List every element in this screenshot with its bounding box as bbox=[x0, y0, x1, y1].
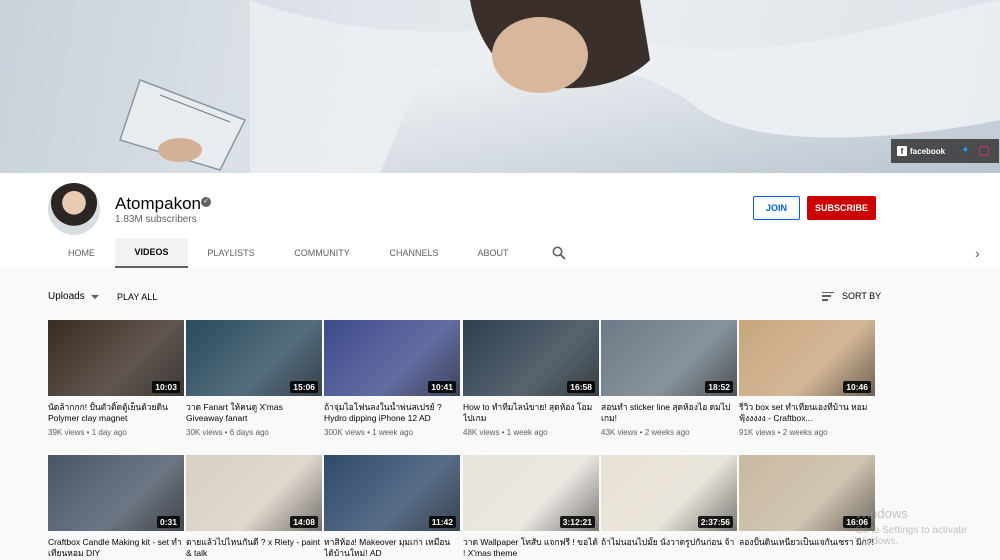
play-all-button[interactable]: PLAY ALL bbox=[117, 292, 157, 302]
tab-channels[interactable]: CHANNELS bbox=[370, 238, 458, 268]
video-duration: 3:12:21 bbox=[559, 516, 595, 528]
video-thumbnail[interactable]: 2:37:56 bbox=[601, 455, 737, 531]
subscribe-button[interactable]: SUBSCRIBE bbox=[807, 196, 876, 220]
video-duration: 0:31 bbox=[156, 516, 180, 528]
facebook-icon: f bbox=[897, 146, 907, 156]
video-duration: 14:08 bbox=[290, 516, 318, 528]
search-icon[interactable] bbox=[552, 246, 566, 260]
verified-badge-icon: ✓ bbox=[201, 197, 211, 207]
video-card[interactable]: 15:06 วาด Fanart ให้คนดู X'mas Giveaway … bbox=[186, 320, 322, 437]
social-links: f facebook ✦ bbox=[891, 139, 999, 163]
tab-videos[interactable]: VIDEOS bbox=[115, 238, 188, 268]
video-thumbnail[interactable]: 11:42 bbox=[324, 455, 460, 531]
video-card[interactable]: 3:12:21 วาด Wallpaper โทสับ แจกฟรี ! ขอไ… bbox=[463, 455, 599, 558]
video-title[interactable]: วาด Wallpaper โทสับ แจกฟรี ! ขอได้ ! X'm… bbox=[463, 537, 599, 558]
video-duration: 15:06 bbox=[290, 381, 318, 393]
video-title[interactable]: หาสิห้อง! Makeover มุมเก่า เหมือนได้บ้าน… bbox=[324, 537, 460, 558]
video-meta: 43K views • 2 weeks ago bbox=[601, 428, 690, 437]
tab-home[interactable]: HOME bbox=[48, 238, 115, 268]
video-duration: 11:42 bbox=[428, 516, 456, 528]
activation-watermark: Windows bbox=[855, 506, 908, 521]
subscriber-count: 1.83M subscribers bbox=[115, 214, 197, 225]
video-card[interactable]: 11:42 หาสิห้อง! Makeover มุมเก่า เหมือนไ… bbox=[324, 455, 460, 558]
video-duration: 10:41 bbox=[428, 381, 456, 393]
video-thumbnail[interactable]: 14:08 bbox=[186, 455, 322, 531]
video-thumbnail[interactable]: 10:03 bbox=[48, 320, 184, 396]
video-thumbnail[interactable]: 16:58 bbox=[463, 320, 599, 396]
facebook-link[interactable]: f facebook bbox=[897, 146, 945, 156]
channel-avatar[interactable] bbox=[48, 183, 100, 235]
caret-down-icon bbox=[90, 294, 99, 299]
video-title[interactable]: นัดล้ากกก! ปั้นตัวติ๊ดตู้เย็นด้วยดิน Pol… bbox=[48, 402, 184, 423]
video-duration: 2:37:56 bbox=[697, 516, 733, 528]
instagram-icon[interactable] bbox=[979, 146, 990, 156]
video-title[interactable]: ถ้าจุ่มไอโฟนลงในน้ำพ่นสเปรย์ ? Hydro dip… bbox=[324, 402, 460, 423]
video-duration: 18:52 bbox=[705, 381, 733, 393]
video-card[interactable]: 10:03 นัดล้ากกก! ปั้นตัวติ๊ดตู้เย็นด้วยด… bbox=[48, 320, 184, 437]
video-title[interactable]: รีวิว box set ทำเทียนเองที่บ้าน หอมฟุ้งง… bbox=[739, 402, 875, 423]
video-title[interactable]: ตายแล้วไปไหนกันดี ? x Riety - paint & ta… bbox=[186, 537, 322, 558]
video-thumbnail[interactable]: 10:41 bbox=[324, 320, 460, 396]
twitter-icon[interactable]: ✦ bbox=[961, 146, 973, 156]
join-button[interactable]: JOIN bbox=[753, 196, 800, 220]
sort-icon bbox=[822, 291, 834, 301]
video-thumbnail[interactable]: 0:31 bbox=[48, 455, 184, 531]
video-card[interactable]: 2:37:56 ถ้าไม่นอนไปมั้ย นั่งวาดรูปกันก่อ… bbox=[601, 455, 737, 558]
video-meta: 39K views • 1 day ago bbox=[48, 428, 127, 437]
video-duration: 10:03 bbox=[152, 381, 180, 393]
video-thumbnail[interactable]: 15:06 bbox=[186, 320, 322, 396]
video-card[interactable]: 16:58 How to ทำทีมไลน์ขาย! สุดห้อง โอมไป… bbox=[463, 320, 599, 437]
video-card[interactable]: 0:31 Craftbox Candle Making kit - set ทำ… bbox=[48, 455, 184, 558]
video-thumbnail[interactable]: 10:46 bbox=[739, 320, 875, 396]
video-thumbnail[interactable]: 18:52 bbox=[601, 320, 737, 396]
video-card[interactable]: 14:08 ตายแล้วไปไหนกันดี ? x Riety - pain… bbox=[186, 455, 322, 558]
activation-watermark-sub: Go to Settings to activate Windows. bbox=[855, 525, 967, 547]
video-meta: 91K views • 2 weeks ago bbox=[739, 428, 828, 437]
video-title[interactable]: Craftbox Candle Making kit - set ทำเทียน… bbox=[48, 537, 184, 558]
chevron-right-icon[interactable]: › bbox=[975, 245, 980, 261]
video-title[interactable]: สอนทำ sticker line สุดห้องไอ ดมไปเกม! bbox=[601, 402, 737, 423]
video-card[interactable]: 18:52 สอนทำ sticker line สุดห้องไอ ดมไปเ… bbox=[601, 320, 737, 437]
banner-artwork bbox=[119, 0, 1000, 173]
tab-about[interactable]: ABOUT bbox=[458, 238, 528, 268]
channel-banner: f facebook ✦ bbox=[0, 0, 1000, 173]
tab-community[interactable]: COMMUNITY bbox=[274, 238, 370, 268]
tab-playlists[interactable]: PLAYLISTS bbox=[188, 238, 274, 268]
video-meta: 300K views • 1 week ago bbox=[324, 428, 414, 437]
video-duration: 16:58 bbox=[567, 381, 595, 393]
video-card[interactable]: 10:41 ถ้าจุ่มไอโฟนลงในน้ำพ่นสเปรย์ ? Hyd… bbox=[324, 320, 460, 437]
video-meta: 48K views • 1 week ago bbox=[463, 428, 548, 437]
video-card[interactable]: 10:46 รีวิว box set ทำเทียนเองที่บ้าน หอ… bbox=[739, 320, 875, 437]
video-title[interactable]: How to ทำทีมไลน์ขาย! สุดห้อง โอมไปเกม bbox=[463, 402, 599, 423]
uploads-label: Uploads bbox=[48, 291, 85, 302]
channel-header: Atompakon ✓ 1.83M subscribers JOIN SUBSC… bbox=[0, 173, 1000, 268]
video-duration: 10:46 bbox=[843, 381, 871, 393]
channel-tabs: HOME VIDEOS PLAYLISTS COMMUNITY CHANNELS… bbox=[48, 238, 528, 268]
sort-by-button[interactable]: SORT BY bbox=[822, 291, 881, 301]
video-title[interactable]: วาด Fanart ให้คนดู X'mas Giveaway fanart bbox=[186, 402, 322, 423]
sort-by-label: SORT BY bbox=[842, 291, 882, 301]
video-meta: 30K views • 6 days ago bbox=[186, 428, 269, 437]
uploads-dropdown[interactable]: Uploads bbox=[48, 291, 99, 302]
video-title[interactable]: ถ้าไม่นอนไปมั้ย นั่งวาดรูปกันก่อน จ้า bbox=[601, 537, 737, 558]
video-thumbnail[interactable]: 3:12:21 bbox=[463, 455, 599, 531]
channel-name: Atompakon bbox=[115, 194, 201, 213]
